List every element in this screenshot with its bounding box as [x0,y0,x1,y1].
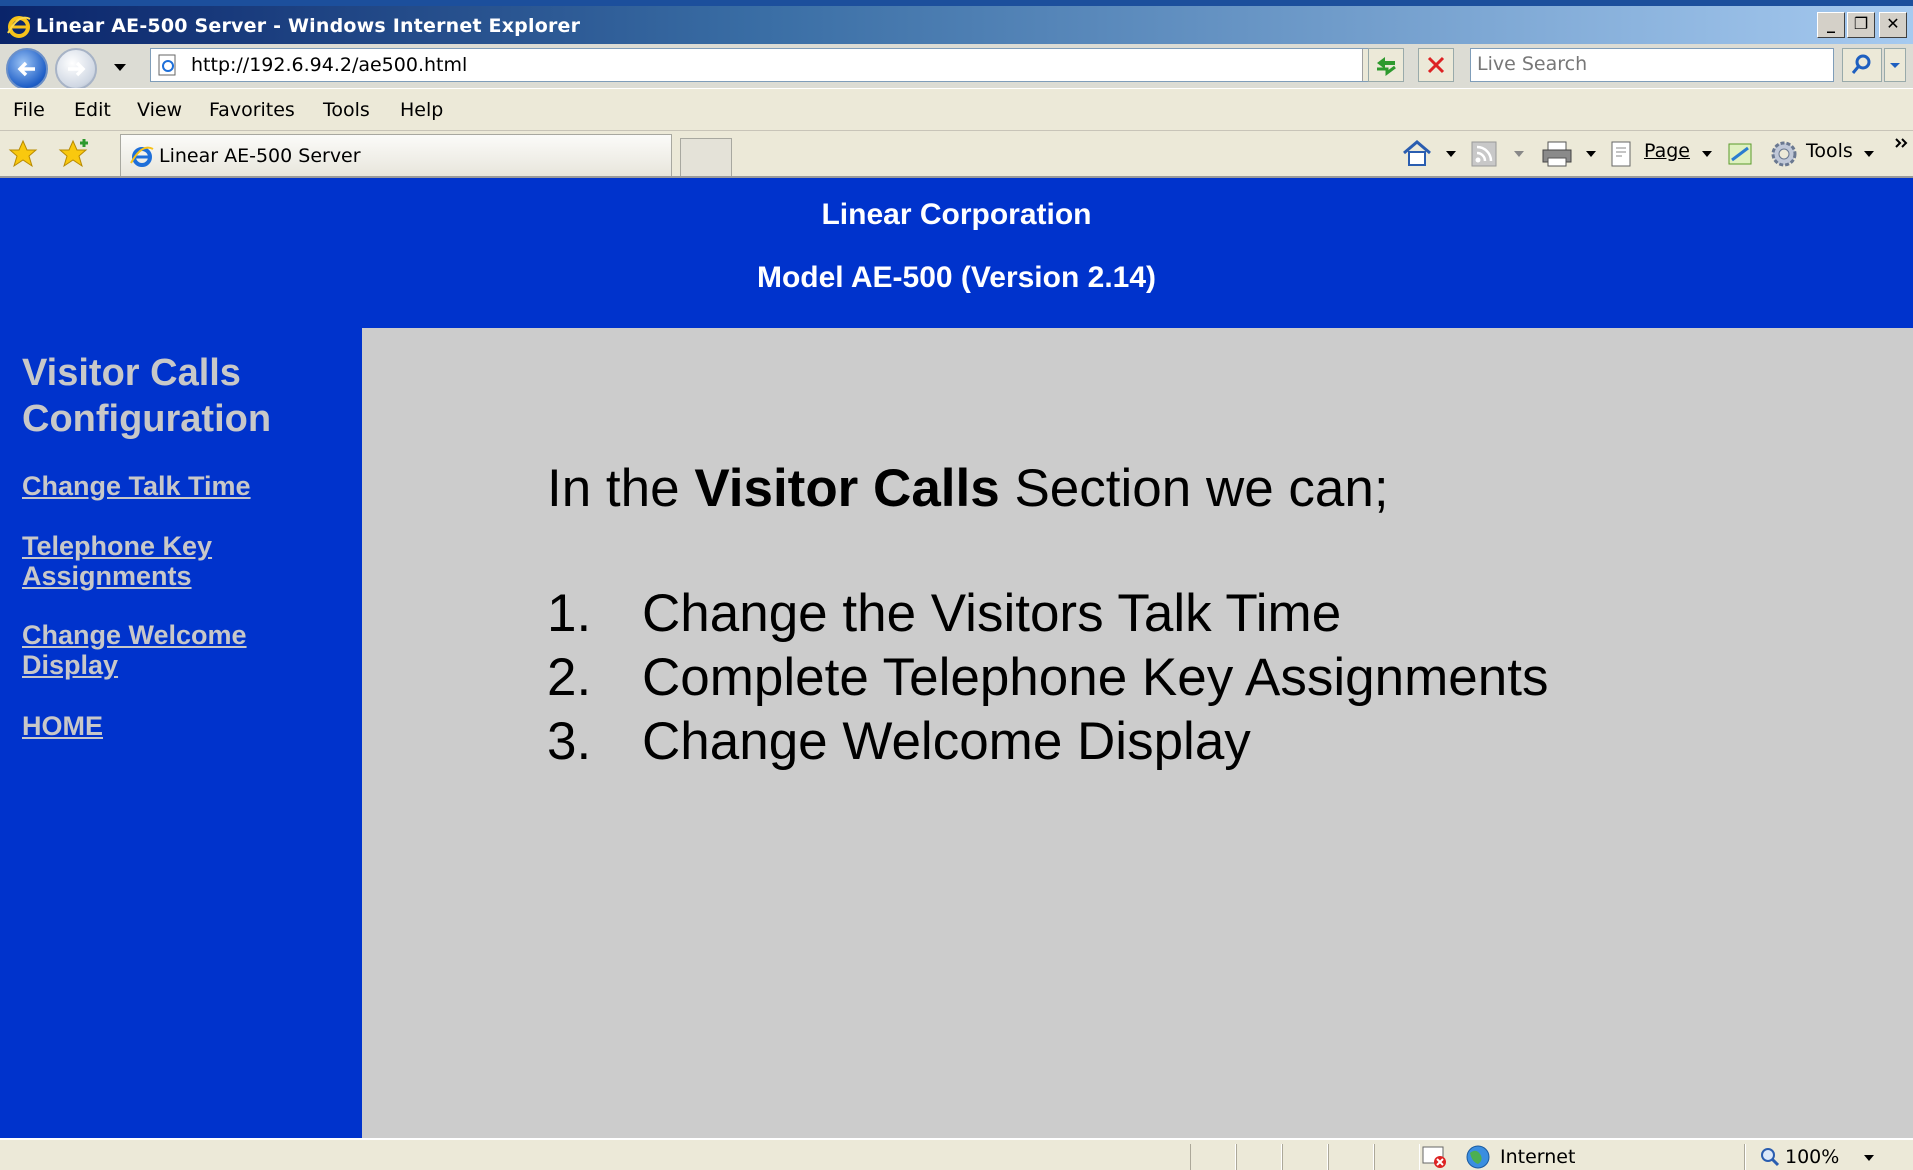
gear-icon[interactable] [1768,138,1800,170]
feeds-icon[interactable] [1470,140,1498,168]
intro-text: In the Visitor Calls Section we can; [547,458,1389,519]
address-bar[interactable]: http://192.6.94.2/ae500.html [150,48,1393,82]
menu-bar: File Edit View Favorites Tools Help [0,88,1913,131]
main-content: In the Visitor Calls Section we can; 1. C… [362,328,1913,1138]
list-item-text: Change the Visitors Talk Time [642,584,1342,643]
window-title: Linear AE-500 Server - Windows Internet … [36,15,581,37]
list-item: 1. Change the Visitors Talk Time [547,583,1341,644]
search-options-button[interactable] [1884,48,1906,82]
close-button[interactable]: ✕ [1879,12,1907,38]
menu-help[interactable]: Help [400,99,443,121]
page-icon [158,54,176,76]
tools-menu-button[interactable]: Tools [1806,140,1853,162]
tab-linear-ae500[interactable]: Linear AE-500 Server [120,134,672,176]
menu-view[interactable]: View [137,99,182,121]
back-arrow-icon [17,61,35,77]
new-tab-button[interactable] [680,138,732,176]
page-menu-button[interactable]: Page [1644,140,1690,162]
zoom-level[interactable]: 100% [1785,1146,1839,1168]
forward-button[interactable] [55,48,97,90]
search-button[interactable] [1842,48,1882,82]
list-item: 3. Change Welcome Display [547,711,1251,772]
zoom-icon[interactable] [1758,1146,1782,1168]
list-item-text: Complete Telephone Key Assignments [642,648,1549,707]
research-icon[interactable] [1726,140,1756,168]
chevron-down-icon[interactable] [1862,1152,1876,1164]
status-pane [1190,1144,1236,1170]
intro-text-start: In the [547,459,695,518]
refresh-icon [1377,57,1396,76]
refresh-button[interactable] [1368,48,1404,82]
search-input[interactable]: Live Search [1470,48,1834,82]
model-version: Model AE-500 (Version 2.14) [756,261,1157,294]
menu-edit[interactable]: Edit [74,99,111,121]
link-telephone-key-assignments[interactable]: Telephone Key Assignments [22,531,262,591]
sidebar: Visitor Calls Configuration Change Talk … [0,328,362,1138]
security-zone-label: Internet [1500,1146,1576,1168]
intro-text-end: Section we can; [999,459,1389,518]
chevron-down-icon[interactable] [1700,148,1714,160]
recent-pages-dropdown-icon[interactable] [113,60,127,74]
tab-label: Linear AE-500 Server [159,145,361,167]
ie-logo-icon [7,16,31,38]
stop-icon [1427,56,1445,74]
status-pane [1328,1144,1374,1170]
home-icon[interactable] [1400,138,1434,168]
page-header: Linear Corporation Model AE-500 (Version… [0,178,1913,328]
company-name: Linear Corporation [821,198,1092,231]
url-text[interactable]: http://192.6.94.2/ae500.html [191,53,467,77]
menu-file[interactable]: File [13,99,45,121]
list-item-number: 2. [547,648,592,707]
status-divider [1744,1144,1746,1170]
back-button[interactable] [6,48,48,90]
favorites-star-icon[interactable] [8,139,38,169]
search-icon [1851,54,1871,74]
status-bar: Internet 100% [0,1138,1913,1170]
page-menu-icon[interactable] [1608,140,1638,168]
minimize-button[interactable]: _ [1817,12,1845,38]
print-icon[interactable] [1540,140,1574,168]
overflow-chevron-icon[interactable] [1894,136,1910,150]
stop-button[interactable] [1418,48,1454,82]
title-bar: Linear AE-500 Server - Windows Internet … [0,0,1913,44]
ie-page-icon [130,146,154,167]
link-change-welcome-display[interactable]: Change Welcome Display [22,620,282,680]
popup-blocked-icon[interactable] [1420,1144,1450,1170]
chevron-down-icon[interactable] [1444,148,1458,160]
status-pane [1236,1144,1282,1170]
status-pane [1282,1144,1328,1170]
list-item-number: 1. [547,584,592,643]
add-favorite-icon[interactable] [58,139,90,169]
restore-button[interactable]: ❐ [1847,12,1875,38]
menu-tools[interactable]: Tools [323,99,370,121]
forward-arrow-icon [68,61,86,77]
link-change-talk-time[interactable]: Change Talk Time [22,471,322,501]
sidebar-section-title: Visitor Calls Configuration [22,352,272,440]
internet-globe-icon [1466,1145,1490,1169]
chevron-down-icon[interactable] [1584,148,1598,160]
status-pane [1374,1144,1420,1170]
chevron-down-icon[interactable] [1512,148,1526,160]
menu-favorites[interactable]: Favorites [209,99,295,121]
link-home[interactable]: HOME [22,711,322,741]
list-item: 2. Complete Telephone Key Assignments [547,647,1548,708]
chevron-down-icon [1890,63,1900,68]
chevron-down-icon[interactable] [1862,148,1876,160]
list-item-number: 3. [547,712,592,771]
list-item-text: Change Welcome Display [642,712,1251,771]
intro-text-bold: Visitor Calls [694,459,1000,518]
